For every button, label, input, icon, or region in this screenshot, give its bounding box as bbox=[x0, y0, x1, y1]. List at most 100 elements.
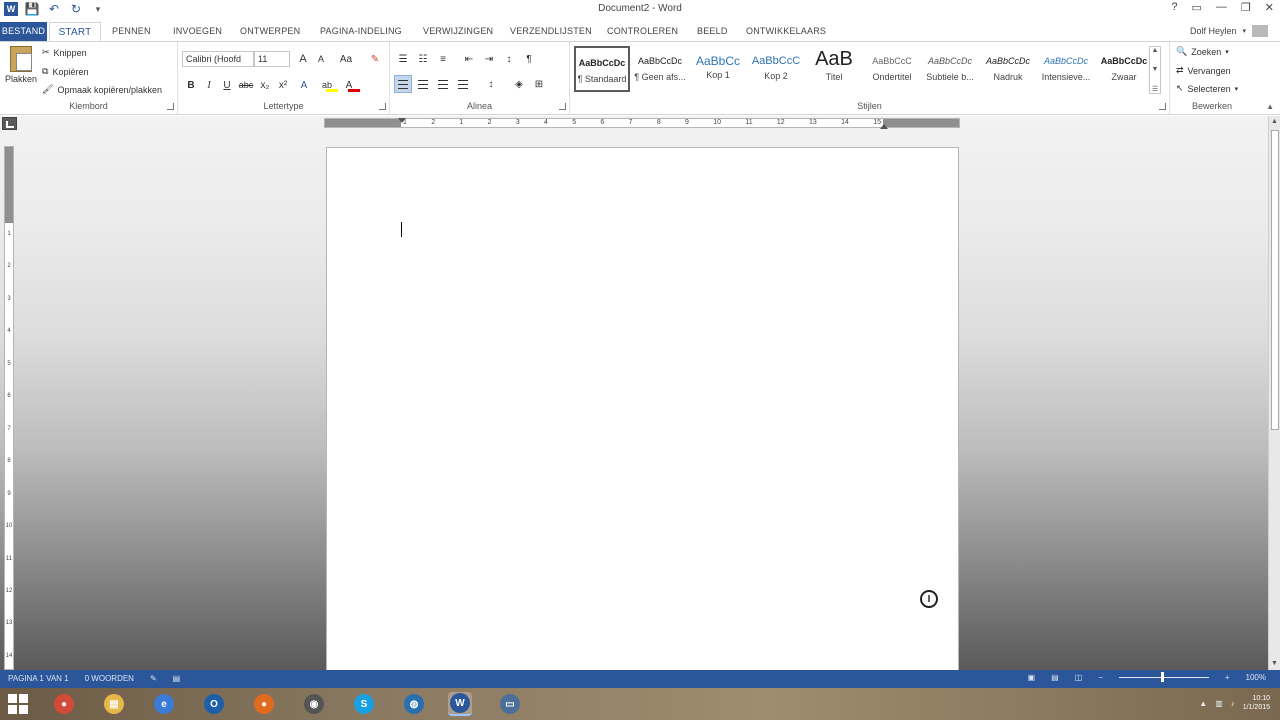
chevron-down-icon[interactable]: ▼ bbox=[1152, 66, 1159, 73]
tab-ontwerpen[interactable]: ONTWERPEN bbox=[240, 22, 300, 41]
scroll-down-icon[interactable]: ▼ bbox=[1271, 660, 1279, 668]
web-layout-icon[interactable]: ◫ bbox=[1075, 673, 1083, 682]
line-spacing-icon[interactable]: ↕ bbox=[482, 75, 500, 93]
change-case-button[interactable]: Aa bbox=[334, 50, 358, 68]
style-geen-afstand[interactable]: AaBbCcDc ¶ Geen afs... bbox=[632, 46, 688, 92]
tray-chevron-icon[interactable]: ▲ bbox=[1199, 699, 1207, 708]
network-icon[interactable]: ▥ bbox=[1215, 699, 1223, 708]
zoom-slider-thumb[interactable] bbox=[1160, 672, 1164, 682]
align-right-icon[interactable] bbox=[434, 75, 452, 93]
grow-font-button[interactable]: A bbox=[294, 50, 312, 68]
text-effects-button[interactable]: A bbox=[292, 76, 316, 94]
vertical-scrollbar[interactable]: ▲ ▼ bbox=[1268, 116, 1280, 670]
taskbar-skype-icon[interactable]: S bbox=[352, 692, 376, 716]
tab-verzendlijsten[interactable]: VERZENDLIJSTEN bbox=[510, 22, 592, 41]
style-standaard[interactable]: AaBbCcDc ¶ Standaard bbox=[574, 46, 630, 92]
numbering-icon[interactable]: ☷ bbox=[414, 50, 432, 68]
clear-formatting-icon[interactable]: ✎ bbox=[366, 50, 384, 68]
find-button[interactable]: 🔍 Zoeken ▾ bbox=[1176, 46, 1229, 57]
horizontal-ruler[interactable]: 1 2 1 2 3 4 5 6 7 8 9 10 11 12 13 14 15 bbox=[324, 118, 960, 128]
tab-verwijzingen[interactable]: VERWIJZINGEN bbox=[423, 22, 493, 41]
clipboard-launcher-icon[interactable] bbox=[167, 103, 174, 110]
chevron-up-icon[interactable]: ▲ bbox=[1152, 47, 1159, 54]
paragraph-launcher-icon[interactable] bbox=[559, 103, 566, 110]
tab-pennen[interactable]: PENNEN bbox=[112, 22, 151, 41]
tab-beeld[interactable]: BEELD bbox=[697, 22, 728, 41]
zoom-out-button[interactable]: − bbox=[1098, 673, 1103, 682]
collapse-ribbon-icon[interactable]: ▲ bbox=[1266, 102, 1274, 111]
styles-launcher-icon[interactable] bbox=[1159, 103, 1166, 110]
taskbar-explorer-icon[interactable]: ▤ bbox=[102, 692, 126, 716]
taskbar-firefox-icon[interactable]: ● bbox=[252, 692, 276, 716]
page-count[interactable]: PAGINA 1 VAN 1 bbox=[8, 674, 69, 683]
close-button[interactable]: ✕ bbox=[1265, 1, 1274, 14]
superscript-button[interactable]: x² bbox=[274, 76, 292, 94]
styles-gallery-scroll[interactable]: ▲ ▼ ☰ bbox=[1149, 46, 1161, 94]
help-button[interactable]: ? bbox=[1171, 1, 1177, 14]
taskbar-word-icon[interactable]: W bbox=[448, 692, 472, 716]
document-page[interactable]: I bbox=[326, 147, 959, 671]
font-launcher-icon[interactable] bbox=[379, 103, 386, 110]
tab-ontwikkelaars[interactable]: ONTWIKKELAARS bbox=[746, 22, 826, 41]
strikethrough-button[interactable]: abc bbox=[236, 76, 256, 94]
style-nadruk[interactable]: AaBbCcDc Nadruk bbox=[980, 46, 1036, 92]
bullets-icon[interactable]: ☰ bbox=[394, 50, 412, 68]
select-button[interactable]: ↖ Selecteren ▾ bbox=[1176, 83, 1238, 94]
tab-start[interactable]: START bbox=[49, 22, 101, 41]
shading-icon[interactable]: ◈ bbox=[510, 75, 528, 93]
style-kop2[interactable]: AaBbCcC Kop 2 bbox=[748, 46, 804, 92]
borders-icon[interactable]: ⊞ bbox=[530, 75, 548, 93]
zoom-slider[interactable] bbox=[1118, 672, 1209, 682]
replace-button[interactable]: ⇄ Vervangen bbox=[1176, 65, 1231, 76]
clock[interactable]: 10:10 1/1/2015 bbox=[1243, 694, 1270, 712]
align-center-icon[interactable] bbox=[414, 75, 432, 93]
volume-icon[interactable]: ♪ bbox=[1231, 699, 1235, 708]
word-count[interactable]: 0 WOORDEN bbox=[85, 674, 134, 683]
windows-start-icon[interactable] bbox=[8, 694, 28, 714]
tab-controleren[interactable]: CONTROLEREN bbox=[607, 22, 678, 41]
shrink-font-button[interactable]: A bbox=[312, 50, 330, 68]
gallery-more-icon[interactable]: ☰ bbox=[1152, 85, 1158, 93]
user-account[interactable]: Dolf Heylen ▾ bbox=[1190, 25, 1268, 37]
scroll-up-icon[interactable]: ▲ bbox=[1271, 118, 1279, 126]
read-mode-icon[interactable]: ▣ bbox=[1028, 673, 1036, 682]
subscript-button[interactable]: x₂ bbox=[256, 76, 274, 94]
restore-button[interactable]: ❐ bbox=[1241, 1, 1251, 14]
decrease-indent-icon[interactable]: ⇤ bbox=[460, 50, 478, 68]
style-kop1[interactable]: AaBbCc Kop 1 bbox=[690, 46, 746, 92]
tab-selector-icon[interactable] bbox=[2, 117, 17, 130]
show-marks-button[interactable]: ¶ bbox=[520, 50, 538, 68]
zoom-level[interactable]: 100% bbox=[1246, 673, 1266, 682]
copy-button[interactable]: ⧉ Kopiëren bbox=[42, 66, 88, 77]
taskbar-screen-icon[interactable]: ▭ bbox=[498, 692, 522, 716]
style-intensieve-nadruk[interactable]: AaBbCcDc Intensieve... bbox=[1038, 46, 1094, 92]
sort-button[interactable]: ↕ bbox=[500, 50, 518, 68]
tab-invoegen[interactable]: INVOEGEN bbox=[173, 22, 222, 41]
style-subtiele-benadrukking[interactable]: AaBbCcDc Subtiele b... bbox=[922, 46, 978, 92]
first-line-indent-marker[interactable] bbox=[398, 118, 406, 123]
format-painter-button[interactable]: 🖌 Opmaak kopiëren/plakken bbox=[42, 84, 162, 95]
scroll-thumb[interactable] bbox=[1271, 130, 1279, 430]
bold-button[interactable]: B bbox=[182, 76, 200, 94]
taskbar-globe-icon[interactable]: ◍ bbox=[402, 692, 426, 716]
taskbar-chrome-icon[interactable]: ● bbox=[52, 692, 76, 716]
italic-button[interactable]: I bbox=[200, 76, 218, 94]
taskbar-ie-icon[interactable]: e bbox=[152, 692, 176, 716]
multilevel-list-icon[interactable]: ≡ bbox=[434, 50, 452, 68]
tab-pagina-indeling[interactable]: PAGINA-INDELING bbox=[320, 22, 402, 41]
style-titel[interactable]: AaB Titel bbox=[806, 46, 862, 92]
print-layout-icon[interactable]: ▤ bbox=[1051, 673, 1059, 682]
macro-record-icon[interactable]: ▤ bbox=[173, 674, 181, 683]
underline-button[interactable]: U bbox=[218, 76, 236, 94]
font-name-select[interactable]: Calibri (Hoofd bbox=[182, 51, 254, 67]
justify-icon[interactable] bbox=[454, 75, 472, 93]
vertical-ruler[interactable]: 1 2 3 4 5 6 7 8 9 10 11 12 13 14 bbox=[4, 146, 14, 670]
taskbar-app-icon[interactable]: ◉ bbox=[302, 692, 326, 716]
tab-file[interactable]: BESTAND bbox=[0, 22, 47, 41]
style-zwaar[interactable]: AaBbCcDc Zwaar bbox=[1096, 46, 1152, 92]
minimize-button[interactable]: — bbox=[1216, 1, 1227, 14]
align-left-icon[interactable] bbox=[394, 75, 412, 93]
zoom-in-button[interactable]: + bbox=[1225, 673, 1230, 682]
ribbon-display-options-button[interactable]: ▭ bbox=[1192, 1, 1202, 14]
right-indent-marker[interactable] bbox=[880, 124, 888, 129]
